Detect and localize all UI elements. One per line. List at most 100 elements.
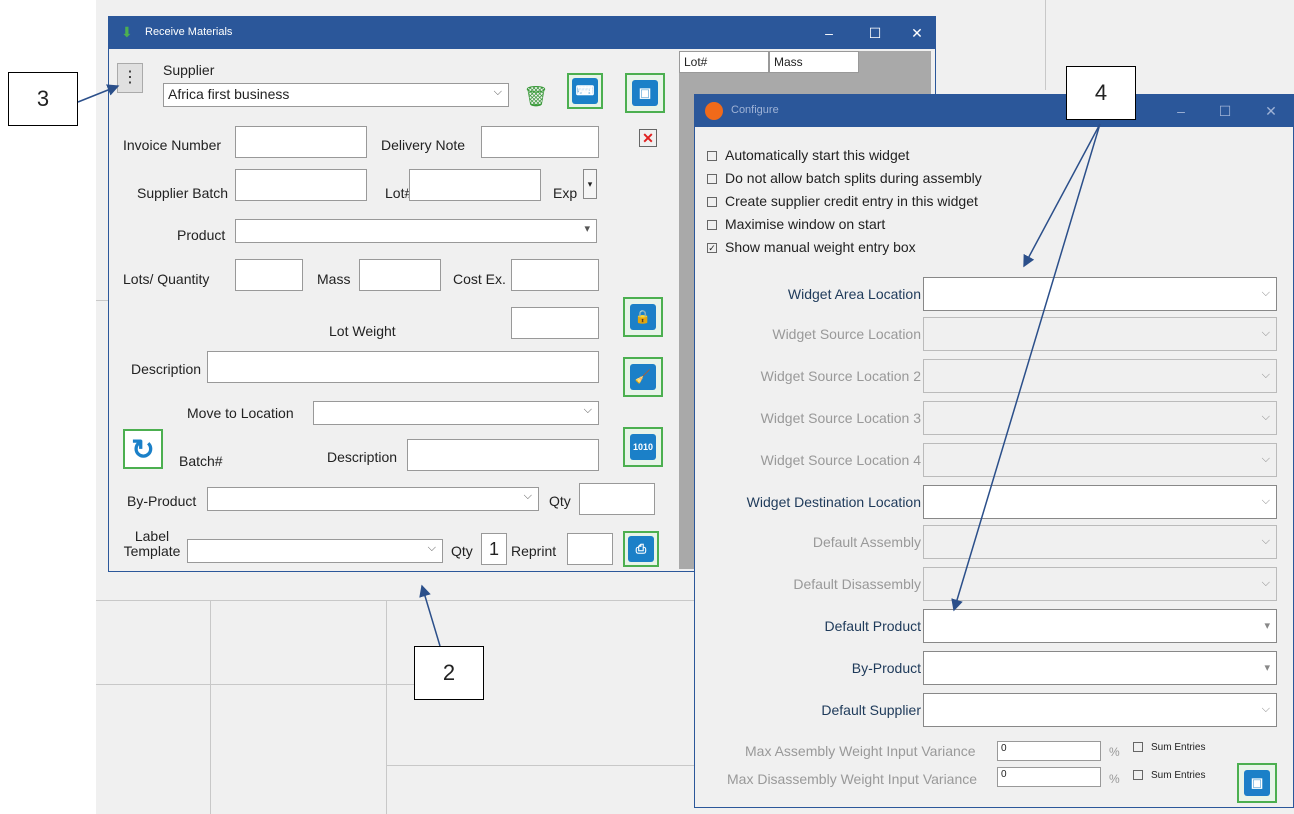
exp-label: Exp bbox=[553, 185, 578, 201]
minimize-icon[interactable]: – bbox=[1171, 101, 1191, 121]
lot-input[interactable] bbox=[409, 169, 541, 201]
config-field-label: Widget Source Location bbox=[772, 326, 921, 342]
configure-title-bar: Configure – ☐ ✕ bbox=[695, 95, 1293, 127]
barcode-button[interactable]: 1010 bbox=[623, 427, 663, 467]
checkbox[interactable] bbox=[707, 151, 717, 162]
sum-entries-label: Sum Entries bbox=[1151, 770, 1206, 781]
config-checkbox-row[interactable]: Automatically start this widget bbox=[707, 147, 909, 163]
cost-ex-input[interactable] bbox=[511, 259, 599, 291]
menu-button[interactable]: ⋮ bbox=[117, 63, 143, 93]
config-field-label: Widget Source Location 2 bbox=[760, 368, 921, 384]
cancel-button[interactable]: ✕ bbox=[639, 129, 657, 147]
label-template-select[interactable]: ⌵ bbox=[187, 539, 443, 563]
lot-grid-header-mass[interactable]: Mass bbox=[769, 51, 859, 73]
print-qty-input[interactable]: 1 bbox=[481, 533, 507, 565]
label-template-label: Label Template bbox=[123, 528, 181, 559]
config-field-select[interactable]: ⌵ bbox=[923, 277, 1277, 311]
config-field-select[interactable]: ⌵ bbox=[923, 693, 1277, 727]
printer-icon: ⎙ bbox=[628, 536, 654, 562]
checkbox-label: Do not allow batch splits during assembl… bbox=[725, 170, 982, 186]
save-button[interactable]: ▣ bbox=[625, 73, 665, 113]
maximize-icon[interactable]: ☐ bbox=[1215, 101, 1235, 121]
checkbox[interactable] bbox=[707, 174, 717, 185]
delivery-note-label: Delivery Note bbox=[381, 137, 466, 153]
cost-ex-label: Cost Ex. bbox=[453, 271, 506, 287]
config-field-select: ⌵ bbox=[923, 401, 1277, 435]
lot-weight-label: Lot Weight bbox=[329, 323, 396, 339]
mass-input[interactable] bbox=[359, 259, 441, 291]
checkbox[interactable] bbox=[1133, 770, 1143, 781]
lock-button[interactable]: 🔒 bbox=[623, 297, 663, 337]
chevron-down-icon: ⌵ bbox=[1261, 411, 1270, 423]
lots-quantity-input[interactable] bbox=[235, 259, 303, 291]
delete-list-button[interactable]: 🗑 bbox=[521, 81, 551, 111]
by-product-select[interactable]: ⌵ bbox=[207, 487, 539, 511]
batch-label: Batch# bbox=[179, 453, 223, 469]
title-bar: ⬇ Receive Materials – ☐ ✕ bbox=[109, 17, 935, 49]
checkbox[interactable] bbox=[707, 220, 717, 231]
configure-window: Configure – ☐ ✕ Automatically start this… bbox=[694, 94, 1294, 808]
product-select[interactable]: ▾ bbox=[235, 219, 597, 243]
floppy-icon: ▣ bbox=[1244, 770, 1270, 796]
config-field-select[interactable]: ⌵ bbox=[923, 485, 1277, 519]
description-input[interactable] bbox=[207, 351, 599, 383]
configure-save-button[interactable]: ▣ bbox=[1237, 763, 1277, 803]
tile-line bbox=[1045, 0, 1046, 90]
sum-entries-assembly[interactable]: Sum Entries bbox=[1133, 742, 1205, 753]
broom-icon: 🧹 bbox=[630, 364, 656, 390]
description2-input[interactable] bbox=[407, 439, 599, 471]
config-field-label: Widget Area Location bbox=[787, 286, 921, 302]
max-disassembly-input[interactable]: 0 bbox=[997, 767, 1101, 787]
supplier-select[interactable]: Africa first business ⌵ bbox=[163, 83, 509, 107]
config-checkbox-row[interactable]: Do not allow batch splits during assembl… bbox=[707, 170, 982, 186]
config-checkbox-row[interactable]: Maximise window on start bbox=[707, 216, 885, 232]
maximize-icon[interactable]: ☐ bbox=[865, 23, 885, 43]
product-label: Product bbox=[177, 227, 226, 243]
description-label: Description bbox=[131, 361, 202, 377]
checkbox-label: Show manual weight entry box bbox=[725, 239, 916, 255]
reprint-input[interactable] bbox=[567, 533, 613, 565]
tile-line bbox=[96, 684, 416, 685]
print-button[interactable]: ⎙ bbox=[623, 531, 659, 567]
config-field-select[interactable]: ▾ bbox=[923, 651, 1277, 685]
config-checkbox-row[interactable]: ✓ Show manual weight entry box bbox=[707, 239, 916, 255]
tile-line bbox=[386, 765, 696, 766]
qty-input[interactable] bbox=[579, 483, 655, 515]
chevron-down-icon: ▾ bbox=[1264, 620, 1270, 632]
chevron-down-icon: ⌵ bbox=[583, 404, 592, 416]
max-assembly-input[interactable]: 0 bbox=[997, 741, 1101, 761]
move-to-location-select[interactable]: ⌵ bbox=[313, 401, 599, 425]
close-icon[interactable]: ✕ bbox=[907, 23, 927, 43]
clear-button[interactable]: 🧹 bbox=[623, 357, 663, 397]
chevron-down-icon: ⌵ bbox=[1261, 535, 1270, 547]
refresh-button[interactable]: ↻ bbox=[123, 429, 163, 469]
close-icon[interactable]: ✕ bbox=[1261, 101, 1281, 121]
config-field-label: Default Assembly bbox=[812, 534, 921, 550]
minimize-icon[interactable]: – bbox=[819, 23, 839, 43]
chevron-down-icon: ⌵ bbox=[523, 490, 532, 502]
lot-weight-input[interactable] bbox=[511, 307, 599, 339]
config-checkbox-row[interactable]: Create supplier credit entry in this wid… bbox=[707, 193, 978, 209]
keyboard-button[interactable]: ⌨ bbox=[567, 73, 603, 109]
config-field-select: ⌵ bbox=[923, 567, 1277, 601]
config-field-select[interactable]: ▾ bbox=[923, 609, 1277, 643]
percent-label: % bbox=[1109, 772, 1120, 786]
download-icon: ⬇ bbox=[121, 24, 133, 40]
chevron-down-icon: ⌵ bbox=[1261, 495, 1270, 507]
supplier-batch-label: Supplier Batch bbox=[137, 185, 229, 201]
checkbox[interactable] bbox=[1133, 742, 1143, 753]
supplier-batch-input[interactable] bbox=[235, 169, 367, 201]
callout-4: 4 bbox=[1066, 66, 1136, 120]
config-field-label: Default Disassembly bbox=[793, 576, 921, 592]
config-field-label: Default Supplier bbox=[821, 702, 921, 718]
sum-entries-disassembly[interactable]: Sum Entries bbox=[1133, 770, 1205, 781]
checkbox[interactable] bbox=[707, 197, 717, 208]
lot-grid-header-lot[interactable]: Lot# bbox=[679, 51, 769, 73]
exp-date-picker[interactable]: ▾ bbox=[583, 169, 597, 199]
config-field-label: By-Product bbox=[851, 660, 921, 676]
chevron-down-icon: ⌵ bbox=[1261, 453, 1270, 465]
invoice-input[interactable] bbox=[235, 126, 367, 158]
checkbox[interactable]: ✓ bbox=[707, 243, 717, 254]
delivery-note-input[interactable] bbox=[481, 126, 599, 158]
configure-title: Configure bbox=[731, 104, 779, 116]
